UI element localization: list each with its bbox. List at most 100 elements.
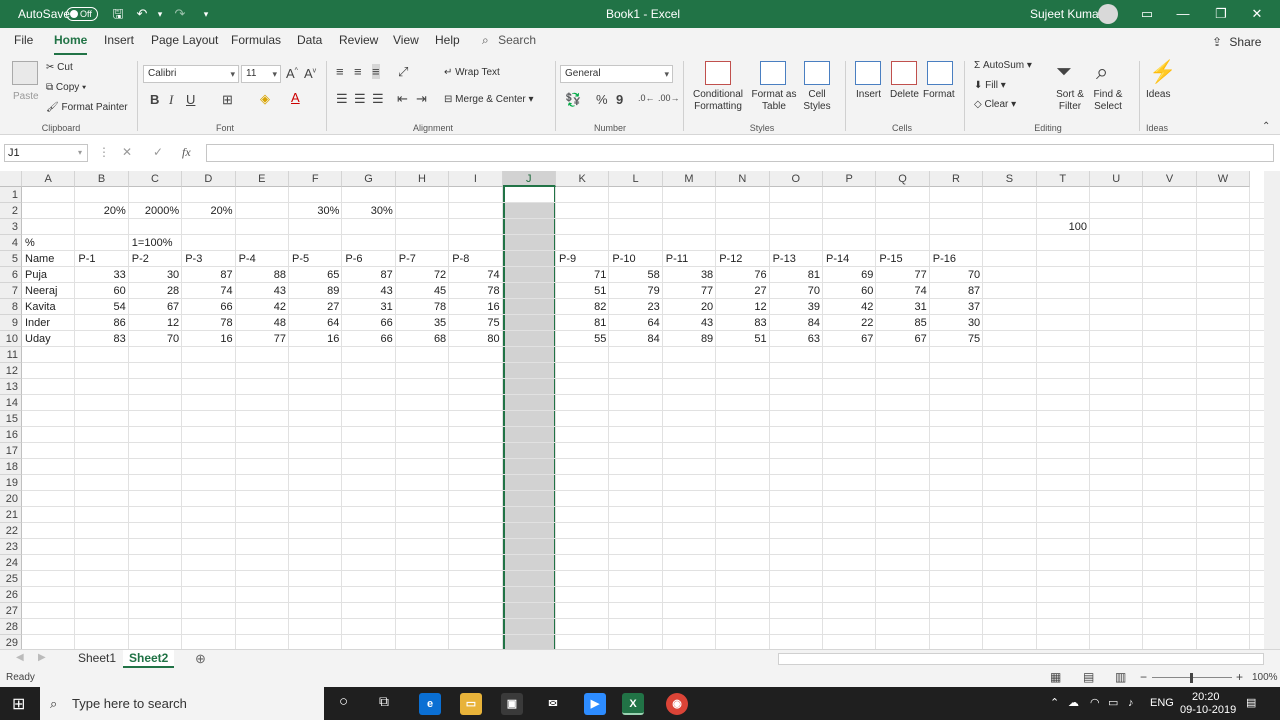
cell-styles-label[interactable]: Cell Styles [798,89,836,113]
page-layout-icon[interactable]: ▤ [1083,670,1094,684]
redo-icon[interactable]: ↷ [172,6,188,22]
zoom-out-icon[interactable]: − [1140,670,1147,684]
cell-d10[interactable]: 16 [182,331,235,347]
user-name[interactable]: Sujeet Kumar [1030,0,1103,28]
task-view-icon[interactable]: ⧉ [379,693,389,710]
row-header-20[interactable]: 20 [0,491,22,507]
cell-k8[interactable]: 82 [556,299,609,315]
close-icon[interactable]: ✕ [1234,0,1280,28]
comma-icon[interactable]: 9 [616,92,623,107]
cell-f2[interactable]: 30% [289,203,342,219]
column-header-m[interactable]: M [662,171,717,187]
row-header-23[interactable]: 23 [0,539,22,555]
tab-view[interactable]: View [393,33,419,47]
cell-a7[interactable]: Neeraj [22,283,75,299]
cell-r10[interactable]: 75 [930,331,983,347]
cell-d8[interactable]: 66 [182,299,235,315]
cell-k7[interactable]: 51 [556,283,609,299]
column-header-s[interactable]: S [983,171,1037,187]
cell-q5[interactable]: P-15 [876,251,929,267]
delete-cells-icon[interactable] [891,61,917,85]
cell-e10[interactable]: 77 [236,331,289,347]
cell-c10[interactable]: 70 [129,331,182,347]
paste-icon[interactable] [12,61,38,85]
cell-e8[interactable]: 42 [236,299,289,315]
ideas-label[interactable]: Ideas [1146,89,1170,100]
decrease-font-icon[interactable]: Av [304,66,316,81]
column-header-n[interactable]: N [716,171,770,187]
number-format-select[interactable]: General [560,65,673,83]
undo-icon[interactable]: ↶ [134,6,150,22]
autosave-toggle[interactable]: Off [66,7,98,21]
cell-e9[interactable]: 48 [236,315,289,331]
formula-input[interactable] [206,144,1274,162]
cell-p9[interactable]: 22 [823,315,876,331]
cell-f9[interactable]: 64 [289,315,342,331]
cell-p5[interactable]: P-14 [823,251,876,267]
column-header-k[interactable]: K [556,171,610,187]
tab-insert[interactable]: Insert [104,33,134,47]
column-header-w[interactable]: W [1196,171,1251,187]
cell-c6[interactable]: 30 [129,267,182,283]
row-header-8[interactable]: 8 [0,299,22,315]
row-header-25[interactable]: 25 [0,571,22,587]
row-header-26[interactable]: 26 [0,587,22,603]
cell-c2[interactable]: 2000% [129,203,182,219]
edge-icon[interactable]: e [419,693,441,715]
cut-button[interactable]: ✂ Cut [46,62,73,73]
column-header-i[interactable]: I [449,171,503,187]
cell-m5[interactable]: P-11 [663,251,716,267]
collapse-ribbon-icon[interactable]: ⌃ [1262,121,1270,132]
horizontal-scrollbar[interactable] [778,653,1264,665]
next-sheet-icon[interactable]: ▶ [38,652,46,663]
cell-a8[interactable]: Kavita [22,299,75,315]
cell-e6[interactable]: 88 [236,267,289,283]
cell-g8[interactable]: 31 [342,299,395,315]
insert-cells-label[interactable]: Insert [856,89,881,100]
cell-f8[interactable]: 27 [289,299,342,315]
row-header-2[interactable]: 2 [0,203,22,219]
format-as-table-icon[interactable] [760,61,786,85]
cell-l5[interactable]: P-10 [609,251,662,267]
borders-icon[interactable]: ⊞ [222,92,233,108]
tab-data[interactable]: Data [297,33,322,47]
taskbar-search[interactable]: ⌕ Type here to search [40,687,324,720]
zoom-app-icon[interactable]: ▶ [584,693,606,715]
conditional-formatting-icon[interactable] [705,61,731,85]
cell-m6[interactable]: 38 [663,267,716,283]
cell-g9[interactable]: 66 [342,315,395,331]
wrap-text-button[interactable]: ↵ Wrap Text [444,67,500,78]
merge-center-button[interactable]: ⊟ Merge & Center ▾ [444,94,534,105]
clear-button[interactable]: ◇ Clear ▾ [974,99,1016,110]
column-header-b[interactable]: B [75,171,129,187]
chrome-icon[interactable]: ◉ [666,693,688,715]
copy-button[interactable]: ⧉ Copy ▾ [46,82,86,93]
enter-icon[interactable]: ✓ [153,145,163,159]
row-header-11[interactable]: 11 [0,347,22,363]
row-header-18[interactable]: 18 [0,459,22,475]
cell-q9[interactable]: 85 [876,315,929,331]
lightning-icon[interactable]: ⚡ [1149,59,1176,85]
underline-icon[interactable]: U [186,92,195,107]
row-header-10[interactable]: 10 [0,331,22,347]
cell-g6[interactable]: 87 [342,267,395,283]
share-button[interactable]: ⇪ Share [1212,32,1272,52]
save-icon[interactable]: 🖫 [110,6,126,22]
customize-toolbar-icon[interactable]: ▾ [198,6,214,22]
volume-icon[interactable]: ♪ [1128,687,1134,720]
search-box[interactable]: ⌕ Search [482,33,536,48]
cell-d2[interactable]: 20% [182,203,235,219]
battery-icon[interactable]: ▭ [1108,687,1118,720]
sheet-tab-sheet2[interactable]: Sheet2 [123,650,175,668]
language-indicator[interactable]: ENG [1150,687,1174,720]
cell-a10[interactable]: Uday [22,331,75,347]
column-header-a[interactable]: A [22,171,76,187]
cell-n5[interactable]: P-12 [716,251,769,267]
normal-view-icon[interactable]: ▦ [1050,670,1061,684]
row-header-27[interactable]: 27 [0,603,22,619]
column-header-e[interactable]: E [235,171,289,187]
row-header-24[interactable]: 24 [0,555,22,571]
cell-g7[interactable]: 43 [342,283,395,299]
cell-l7[interactable]: 79 [609,283,662,299]
font-color-icon[interactable]: A [291,90,300,105]
